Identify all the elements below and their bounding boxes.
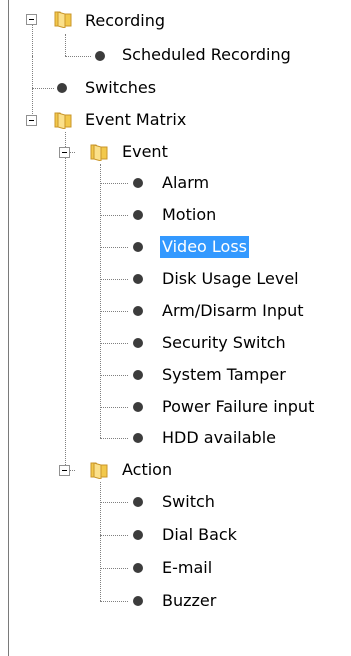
bullet-icon [133, 178, 143, 188]
folder-icon [90, 462, 108, 479]
minus-icon [62, 152, 67, 153]
tree-connector [100, 375, 128, 376]
tree-connector [100, 407, 128, 408]
tree-item-switches[interactable]: Switches [83, 77, 158, 99]
tree-connector [100, 279, 128, 280]
tree-item-security-switch[interactable]: Security Switch [160, 332, 288, 354]
bullet-icon [133, 563, 143, 573]
bullet-icon [133, 433, 143, 443]
tree-item-video-loss[interactable]: Video Loss [160, 236, 250, 258]
tree-item-event-matrix[interactable]: Event Matrix [83, 109, 188, 131]
bullet-icon [133, 370, 143, 380]
tree-connector [65, 132, 66, 467]
tree-item-system-tamper[interactable]: System Tamper [160, 364, 288, 386]
tree-connector [65, 56, 91, 57]
tree-item-dial-back[interactable]: Dial Back [160, 524, 239, 546]
bullet-icon [133, 210, 143, 220]
folder-icon [54, 11, 72, 28]
tree-connector [65, 34, 66, 56]
tree-connector [100, 215, 128, 216]
tree-connector [100, 601, 128, 602]
tree-item-arm-disarm-input[interactable]: Arm/Disarm Input [160, 300, 306, 322]
collapse-toggle-event[interactable] [59, 147, 70, 158]
bullet-icon [133, 306, 143, 316]
pane-border [8, 0, 9, 656]
tree-connector [100, 568, 128, 569]
bullet-icon [133, 242, 143, 252]
tree-item-power-failure-input[interactable]: Power Failure input [160, 396, 316, 418]
tree-item-recording[interactable]: Recording [83, 10, 167, 32]
tree-item-disk-usage-level[interactable]: Disk Usage Level [160, 268, 301, 290]
bullet-icon [57, 83, 67, 93]
tree-connector [32, 88, 54, 89]
folder-icon [90, 144, 108, 161]
bullet-icon [95, 51, 105, 61]
tree-item-event[interactable]: Event [120, 141, 170, 163]
bullet-icon [133, 338, 143, 348]
folder-icon [54, 112, 72, 129]
minus-icon [29, 120, 34, 121]
bullet-icon [133, 596, 143, 606]
bullet-icon [133, 530, 143, 540]
tree-item-switch[interactable]: Switch [160, 491, 217, 513]
collapse-toggle-event-matrix[interactable] [26, 115, 37, 126]
tree-connector [32, 56, 33, 116]
tree-connector [100, 247, 128, 248]
tree-connector [100, 343, 128, 344]
tree-connector [100, 183, 128, 184]
bullet-icon [133, 402, 143, 412]
tree-item-motion[interactable]: Motion [160, 204, 218, 226]
tree-view: Recording Scheduled Recording Switches E… [0, 0, 351, 656]
minus-icon [29, 19, 34, 20]
tree-item-scheduled-recording[interactable]: Scheduled Recording [120, 44, 293, 66]
tree-item-action[interactable]: Action [120, 459, 174, 481]
collapse-toggle-recording[interactable] [26, 14, 37, 25]
tree-item-alarm[interactable]: Alarm [160, 172, 211, 194]
collapse-toggle-action[interactable] [59, 465, 70, 476]
bullet-icon [133, 497, 143, 507]
minus-icon [62, 470, 67, 471]
tree-connector [100, 438, 128, 439]
tree-connector [100, 482, 101, 601]
tree-item-email[interactable]: E-mail [160, 557, 214, 579]
tree-connector [32, 24, 33, 56]
tree-item-buzzer[interactable]: Buzzer [160, 590, 218, 612]
tree-item-hdd-available[interactable]: HDD available [160, 427, 278, 449]
tree-connector [100, 535, 128, 536]
bullet-icon [133, 274, 143, 284]
tree-connector [100, 502, 128, 503]
tree-connector [100, 164, 101, 438]
tree-connector [100, 311, 128, 312]
